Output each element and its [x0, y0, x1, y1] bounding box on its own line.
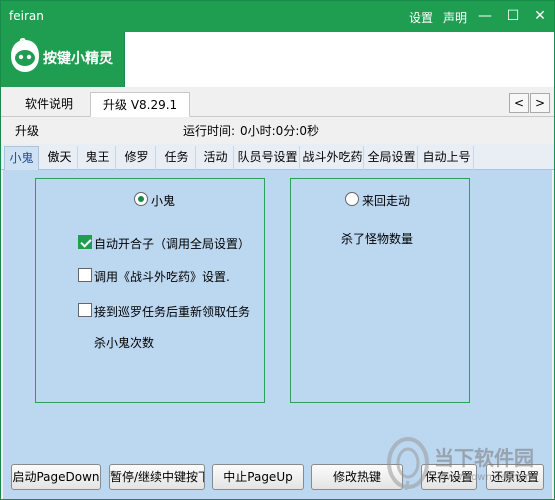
banner-blank-area — [124, 32, 554, 87]
statement-link[interactable]: 声明 — [443, 9, 467, 26]
upgrade-label: 升级 — [15, 124, 40, 138]
tab-activity[interactable]: 活动 — [198, 146, 234, 170]
pause-resume-button[interactable]: 暂停/继续中键按下 — [109, 464, 205, 490]
tab-out-of-battle-potion[interactable]: 战斗外吃药 — [302, 146, 364, 170]
tab-xiuluo[interactable]: 修罗 — [118, 146, 156, 170]
tab-scroll-left-button[interactable]: < — [509, 93, 529, 113]
xiaogui-radio-label[interactable]: 小鬼 — [151, 192, 175, 209]
tab-scroll-right-button[interactable]: > — [530, 93, 550, 113]
minimize-button[interactable]: — — [474, 5, 496, 27]
use-potion-settings-checkbox[interactable] — [78, 268, 92, 282]
watermark-logo-icon — [387, 437, 429, 490]
watermark: 当下软件园 www.downxia.com — [386, 436, 536, 496]
info-row: 升级 运行时间: 0小时:0分:0秒 — [1, 118, 554, 142]
banner: 按键小精灵 — [1, 32, 554, 87]
repatrol-task-label[interactable]: 接到巡罗任务后重新领取任务 — [94, 303, 250, 320]
tab-xiaogui[interactable]: 小鬼 — [4, 146, 39, 170]
tab-task[interactable]: 任务 — [158, 146, 196, 170]
content-area: 小鬼 自动开合子（调用全局设置） 调用《战斗外吃药》设置. 接到巡罗任务后重新领… — [3, 170, 552, 452]
auto-open-box-checkbox[interactable] — [78, 235, 92, 249]
walk-around-radio[interactable] — [345, 192, 359, 206]
xiaogui-radio[interactable] — [134, 192, 148, 206]
kill-xiaogui-count-label: 杀小鬼次数 — [94, 336, 155, 350]
logo-text: 按键小精灵 — [43, 51, 113, 67]
walk-around-radio-label[interactable]: 来回走动 — [362, 192, 410, 209]
killed-monster-count-label: 杀了怪物数量 — [341, 232, 414, 246]
walk-panel: 来回走动 杀了怪物数量 — [290, 178, 470, 403]
sub-tab-bar: 小鬼 傲天 鬼王 修罗 任务 活动 队员号设置 战斗外吃药 全局设置 自动上号 — [1, 144, 554, 170]
app-window: feiran 设置 声明 — ☐ ✕ 按键小精灵 软件说明 升级 V8.29.1… — [0, 0, 555, 500]
stop-pageup-button[interactable]: 中止PageUp — [212, 464, 304, 490]
tab-upgrade[interactable]: 升级 V8.29.1 — [90, 92, 191, 117]
tab-member-settings[interactable]: 队员号设置 — [236, 146, 300, 170]
title-bar[interactable]: feiran 设置 声明 — ☐ ✕ — [1, 1, 554, 32]
app-name: feiran — [9, 9, 44, 23]
maximize-button[interactable]: ☐ — [502, 5, 524, 27]
runtime-label: 运行时间: — [183, 124, 236, 138]
repatrol-task-checkbox[interactable] — [78, 303, 92, 317]
sprite-logo-icon — [11, 38, 39, 72]
tab-global-settings[interactable]: 全局设置 — [366, 146, 418, 170]
xiaogui-panel: 小鬼 自动开合子（调用全局设置） 调用《战斗外吃药》设置. 接到巡罗任务后重新领… — [35, 178, 265, 403]
tab-aotian[interactable]: 傲天 — [42, 146, 78, 170]
tab-software-info[interactable]: 软件说明 — [13, 92, 85, 117]
use-potion-settings-label[interactable]: 调用《战斗外吃药》设置. — [94, 268, 230, 285]
runtime-value: 0小时:0分:0秒 — [240, 124, 319, 138]
watermark-text: 当下软件园 — [434, 446, 534, 470]
auto-open-box-label[interactable]: 自动开合子（调用全局设置） — [94, 235, 250, 252]
close-button[interactable]: ✕ — [529, 5, 551, 27]
tab-auto-login[interactable]: 自动上号 — [420, 146, 474, 170]
settings-link[interactable]: 设置 — [409, 9, 433, 26]
tab-guiwang[interactable]: 鬼王 — [80, 146, 116, 170]
start-pagedown-button[interactable]: 启动PageDown — [11, 464, 101, 490]
watermark-url: www.downxia.com — [438, 472, 532, 483]
top-tab-bar: 软件说明 升级 V8.29.1 < > — [1, 89, 554, 117]
